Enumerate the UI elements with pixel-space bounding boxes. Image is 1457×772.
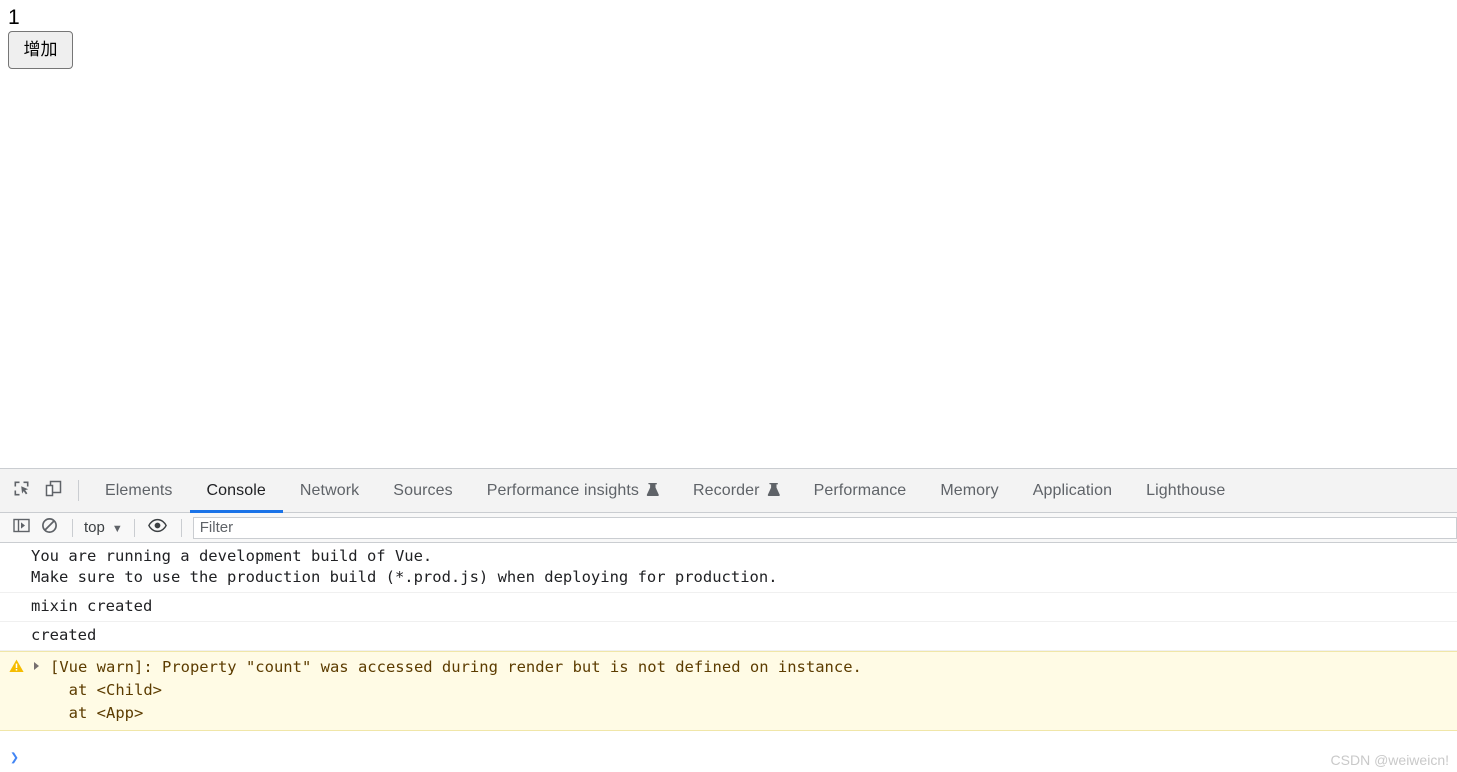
console-toolbar: top ▼ [0,513,1457,543]
tab-console[interactable]: Console [189,469,284,513]
experimental-flask-icon [646,482,659,502]
tab-label: Application [1032,481,1113,499]
inspect-element-icon [12,479,31,503]
tab-network[interactable]: Network [283,469,376,512]
clear-console-button[interactable] [35,514,63,542]
device-toolbar-button[interactable] [37,469,69,512]
toolbar-divider [78,480,79,501]
tab-lighthouse[interactable]: Lighthouse [1129,469,1242,512]
tab-sources[interactable]: Sources [376,469,469,512]
execution-context-value: top [84,519,105,536]
chevron-down-icon: ▼ [111,522,123,535]
counter-value: 1 [8,6,20,29]
tab-application[interactable]: Application [1016,469,1129,512]
console-sidebar-icon [12,517,30,539]
console-message-text: mixin created [31,597,153,615]
console-message-log[interactable]: created [0,622,1457,651]
console-sidebar-toggle-button[interactable] [7,514,35,542]
tab-label: Performance [813,481,907,499]
warning-icon [9,659,24,673]
tab-label: Memory [940,481,999,499]
toolbar-divider [180,518,182,537]
experimental-flask-icon [767,482,780,502]
tab-elements[interactable]: Elements [88,469,190,512]
tab-label: Lighthouse [1146,481,1226,499]
console-prompt-input[interactable] [19,743,1457,772]
devtools-panel: Elements Console Network Sources Perform… [0,468,1457,772]
console-message-warning[interactable]: [Vue warn]: Property "count" was accesse… [0,651,1457,731]
page-viewport: 1 增加 [0,0,1457,468]
tab-label: Console [206,481,266,499]
clear-console-icon [41,517,58,539]
tab-label: Elements [105,481,173,499]
tab-memory[interactable]: Memory [923,469,1015,512]
console-message-list[interactable]: You are running a development build of V… [0,543,1457,743]
tab-label: Sources [393,481,453,499]
toolbar-divider [133,518,135,537]
console-message-text: You are running a development build of V… [31,547,778,586]
console-message-log[interactable]: You are running a development build of V… [0,543,1457,593]
tab-label: Performance insights [486,481,639,499]
tab-performance[interactable]: Performance [797,469,924,512]
tab-recorder[interactable]: Recorder [676,469,797,512]
tab-label: Network [299,481,360,499]
eye-icon [148,518,168,538]
expand-triangle-icon[interactable] [34,662,39,670]
live-expression-button[interactable] [144,514,172,542]
console-message-text: [Vue warn]: Property "count" was accesse… [50,658,862,722]
console-message-log[interactable]: mixin created [0,593,1457,622]
execution-context-selector[interactable]: top ▼ [82,519,125,536]
toolbar-divider [72,518,73,537]
device-toolbar-icon [44,479,63,503]
prompt-chevron-icon: ❯ [10,748,20,766]
tab-label: Recorder [693,481,760,499]
increment-button[interactable]: 增加 [8,31,73,69]
inspect-element-button[interactable] [5,469,37,512]
devtools-tabbar: Elements Console Network Sources Perform… [0,469,1457,513]
console-prompt[interactable]: ❯ [0,743,1457,772]
console-message-text: created [31,626,97,644]
tab-performance-insights[interactable]: Performance insights [470,469,676,512]
console-filter-input[interactable] [192,516,1457,539]
